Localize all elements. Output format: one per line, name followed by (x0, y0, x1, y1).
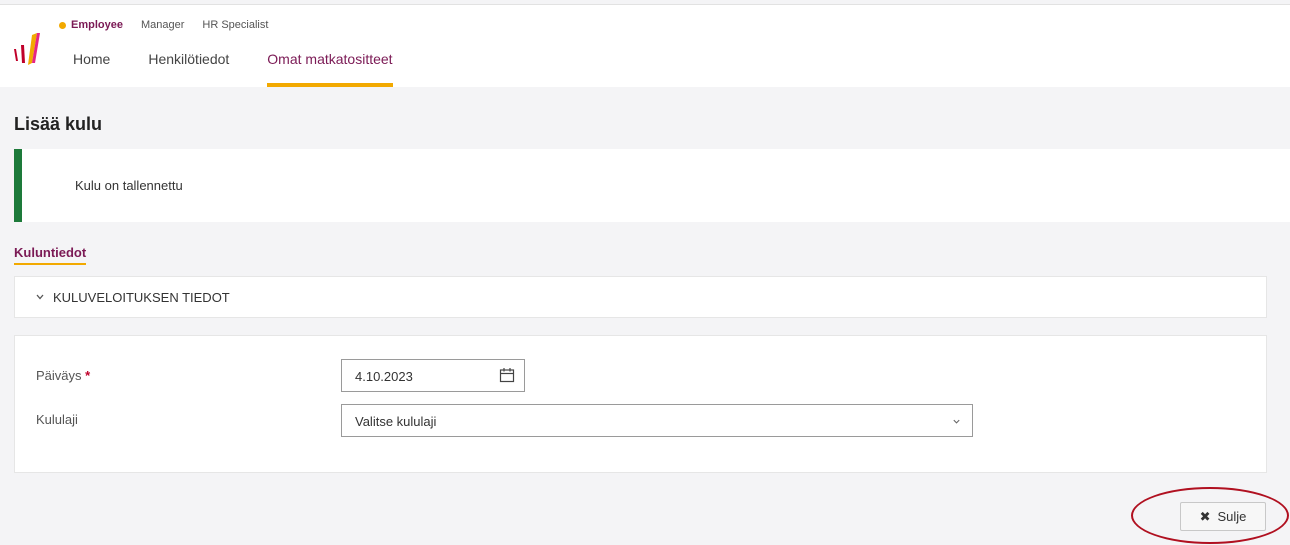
date-input[interactable]: 4.10.2023 (341, 359, 525, 392)
date-label: Päiväys (36, 368, 82, 383)
highlight-ring (1131, 487, 1289, 544)
active-role-dot (59, 21, 66, 29)
collapsible-panel-header[interactable]: KULUVELOITUKSEN TIEDOT (14, 276, 1267, 318)
date-label-wrap: Päiväys * (36, 368, 90, 383)
success-alert: Kulu on tallennettu (14, 149, 1290, 222)
app-header: Employee Manager HR Specialist Home Henk… (0, 5, 1290, 87)
role-hr-specialist[interactable]: HR Specialist (202, 19, 268, 31)
role-switcher: Employee Manager HR Specialist (59, 19, 286, 31)
select-value: Valitse kululaji (355, 414, 437, 429)
chevron-down-icon (36, 294, 44, 300)
expense-form: Päiväys * 4.10.2023 Kululaji Valitse kul… (14, 335, 1267, 473)
chevron-down-icon (953, 419, 960, 424)
expense-type-select[interactable]: Valitse kululaji (341, 404, 973, 437)
page-title: Lisää kulu (14, 114, 103, 134)
calendar-icon[interactable] (499, 367, 515, 383)
nav-home[interactable]: Home (73, 51, 110, 87)
required-mark: * (85, 368, 91, 383)
main-nav: Home Henkilötiedot Omat matkatositteet (73, 51, 431, 87)
section-tab-kuluntiedot[interactable]: Kuluntiedot (14, 245, 87, 265)
role-manager[interactable]: Manager (141, 19, 184, 31)
alert-message: Kulu on tallennettu (75, 178, 183, 193)
type-label: Kululaji (36, 412, 78, 427)
company-logo (14, 33, 40, 65)
panel-title: KULUVELOITUKSEN TIEDOT (53, 290, 230, 305)
nav-omat-matkatositteet[interactable]: Omat matkatositteet (267, 51, 393, 87)
nav-henkilotiedot[interactable]: Henkilötiedot (148, 51, 229, 87)
date-value: 4.10.2023 (355, 369, 413, 384)
role-employee[interactable]: Employee (71, 19, 123, 31)
